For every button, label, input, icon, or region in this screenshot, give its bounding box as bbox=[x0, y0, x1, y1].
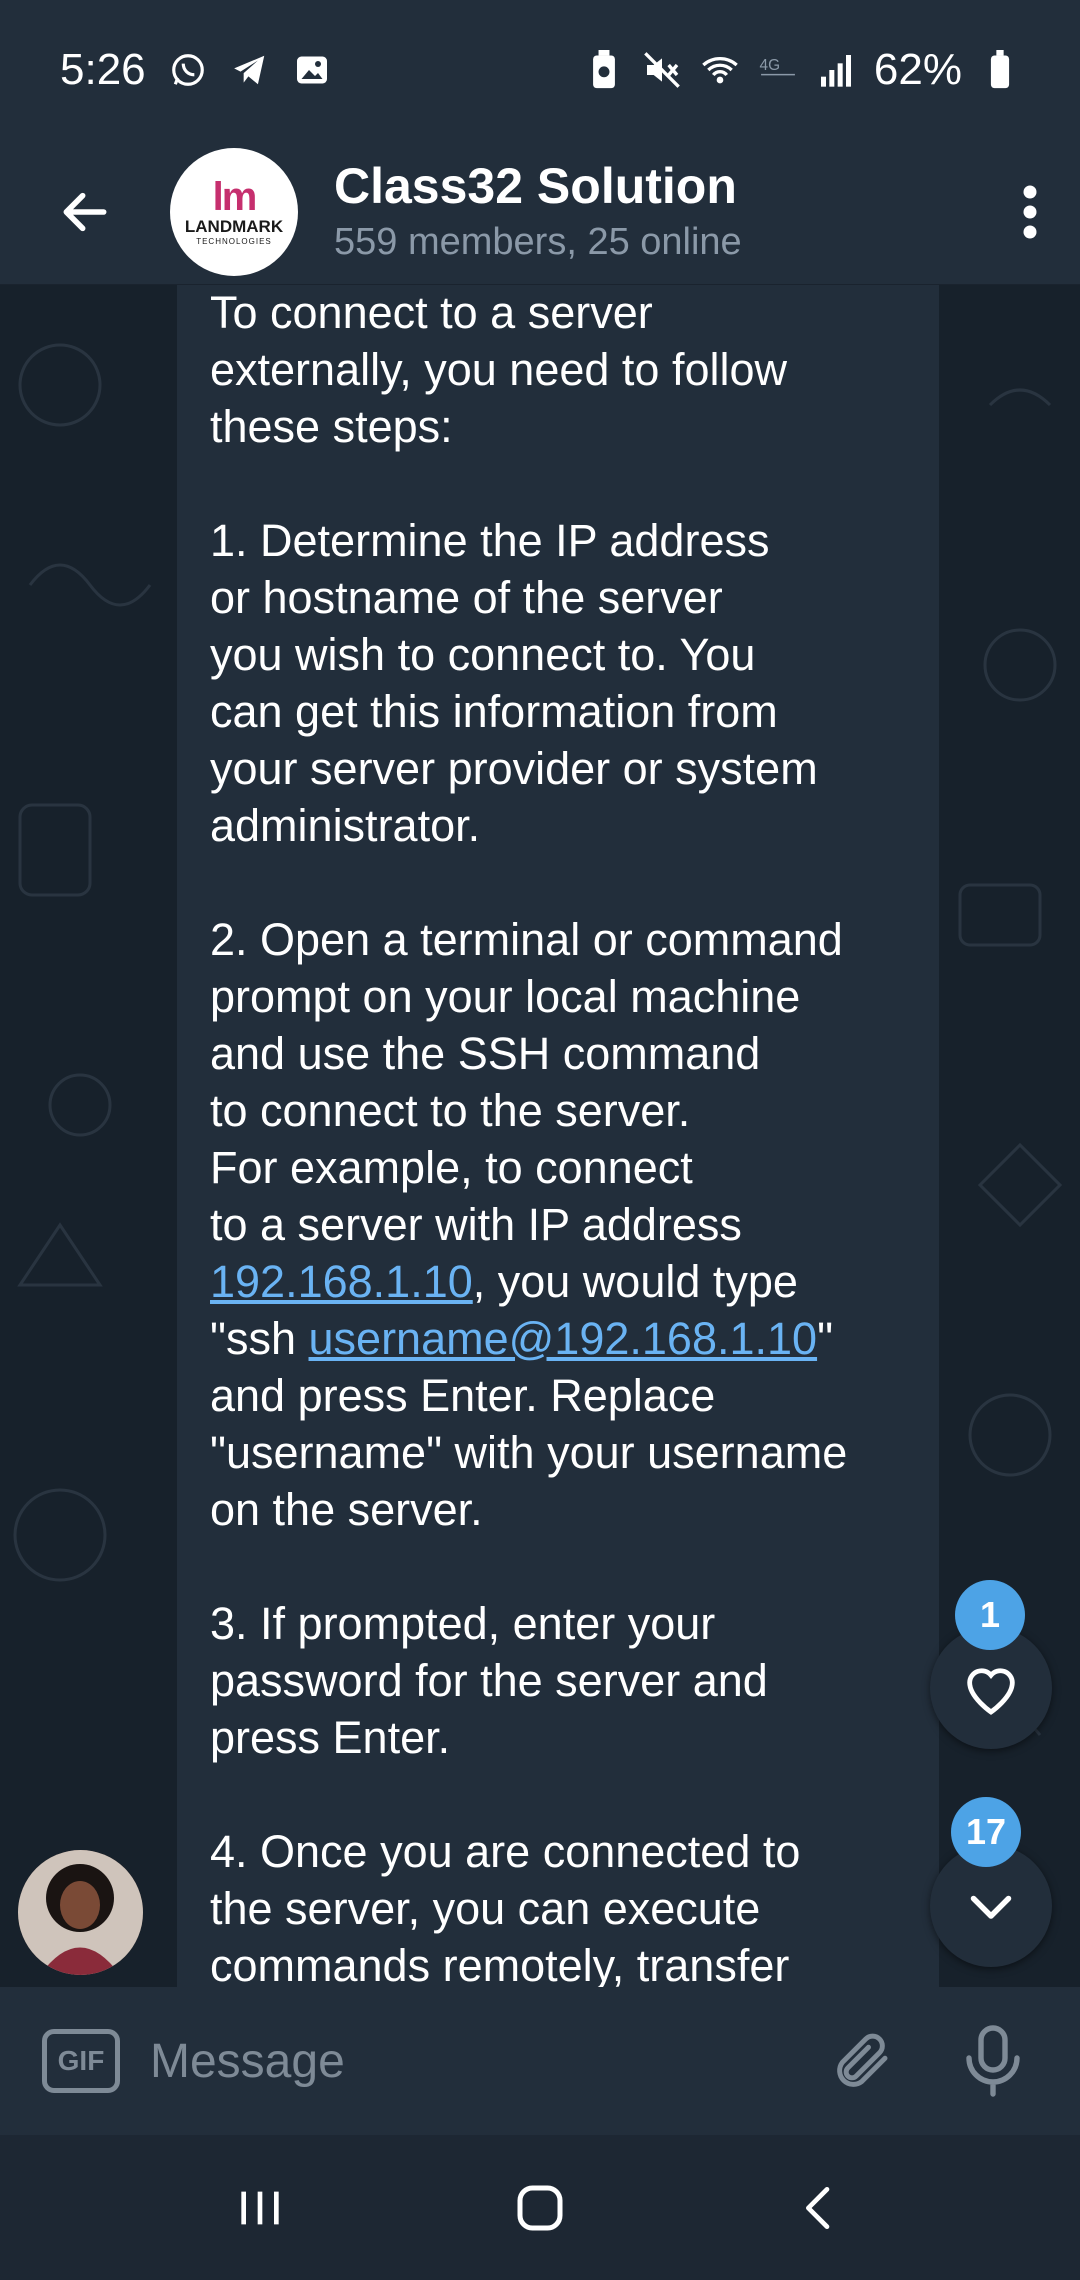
whatsapp-icon bbox=[168, 50, 208, 90]
message-step-2-text-b: , you would type bbox=[472, 1256, 798, 1307]
chat-subtitle: 559 members, 25 online bbox=[334, 221, 742, 263]
more-vertical-icon bbox=[1023, 185, 1037, 239]
back-button[interactable] bbox=[0, 140, 170, 285]
ssh-link[interactable]: username@192.168.1.10 bbox=[309, 1313, 818, 1364]
ip-link[interactable]: 192.168.1.10 bbox=[210, 1256, 473, 1307]
message-step-2-text-e: and press Enter. Replace "username" with… bbox=[210, 1370, 848, 1535]
home-button[interactable] bbox=[480, 2148, 600, 2268]
message-text: To connect to a server externally, you n… bbox=[210, 285, 907, 1987]
gif-button[interactable]: GIF bbox=[42, 2029, 120, 2093]
battery-icon bbox=[980, 50, 1020, 90]
sender-avatar[interactable] bbox=[18, 1850, 143, 1975]
wifi-icon bbox=[700, 50, 740, 90]
chat-title-block[interactable]: Class32 Solution 559 members, 25 online bbox=[334, 156, 742, 268]
chat-title: Class32 Solution bbox=[334, 158, 737, 214]
microphone-button[interactable] bbox=[948, 2011, 1038, 2111]
status-left: 5:26 bbox=[60, 45, 332, 95]
message-bubble[interactable]: To connect to a server externally, you n… bbox=[177, 285, 939, 1987]
chevron-left-icon bbox=[806, 2186, 830, 2229]
paperclip-icon bbox=[837, 2033, 888, 2087]
recent-apps-button[interactable] bbox=[200, 2148, 320, 2268]
chat-header: lm LANDMARK TECHNOLOGIES Class32 Solutio… bbox=[0, 140, 1080, 285]
system-back-button[interactable] bbox=[760, 2148, 880, 2268]
message-step-2: 2. Open a terminal or command prompt on … bbox=[210, 911, 907, 1538]
more-options-button[interactable] bbox=[980, 140, 1080, 285]
chevron-down-icon bbox=[970, 1895, 1012, 1919]
message-step-3: 3. If prompted, enter your password for … bbox=[210, 1598, 768, 1763]
system-nav-bar bbox=[0, 2135, 1080, 2280]
chat-area[interactable]: To connect to a server externally, you n… bbox=[0, 285, 1080, 1987]
logo-brand-sub: TECHNOLOGIES bbox=[196, 236, 272, 246]
group-avatar[interactable]: lm LANDMARK TECHNOLOGIES bbox=[170, 148, 298, 276]
message-intro: To connect to a server externally, you n… bbox=[210, 287, 788, 452]
microphone-icon bbox=[966, 2025, 1020, 2097]
message-input-bar: GIF bbox=[0, 1987, 1080, 2135]
telegram-icon bbox=[230, 50, 270, 90]
reactions-count-badge: 1 bbox=[955, 1580, 1025, 1650]
message-input[interactable] bbox=[150, 2011, 800, 2111]
arrow-left-icon bbox=[63, 192, 107, 232]
signal-icon bbox=[816, 50, 856, 90]
message-step-2-text-d: " bbox=[817, 1313, 834, 1364]
message-step-1: 1. Determine the IP address or hostname … bbox=[210, 515, 818, 851]
recents-icon bbox=[241, 2191, 279, 2224]
mute-icon bbox=[642, 50, 682, 90]
status-time: 5:26 bbox=[60, 45, 146, 94]
message-step-2-text: 2. Open a terminal or command prompt on … bbox=[210, 914, 843, 1250]
battery-saver-icon bbox=[584, 50, 624, 90]
logo-brand: LANDMARK bbox=[184, 216, 284, 236]
attach-button[interactable] bbox=[818, 2011, 908, 2111]
home-icon bbox=[517, 2185, 563, 2230]
user-photo-icon bbox=[18, 1850, 143, 1975]
logo-mark: lm bbox=[212, 174, 258, 219]
4g-icon: 4G bbox=[758, 50, 798, 90]
status-right: 4G 62% bbox=[584, 45, 1020, 95]
message-step-2-text-c: "ssh bbox=[210, 1313, 309, 1364]
unread-count-badge: 17 bbox=[951, 1797, 1021, 1867]
battery-percentage: 62% bbox=[873, 45, 962, 94]
message-step-4: 4. Once you are connected to the server,… bbox=[210, 1826, 801, 1987]
gallery-icon bbox=[292, 50, 332, 90]
heart-icon bbox=[967, 1668, 1015, 1715]
svg-text:4G: 4G bbox=[759, 57, 780, 74]
status-bar: 5:26 4G 62% bbox=[0, 0, 1080, 140]
